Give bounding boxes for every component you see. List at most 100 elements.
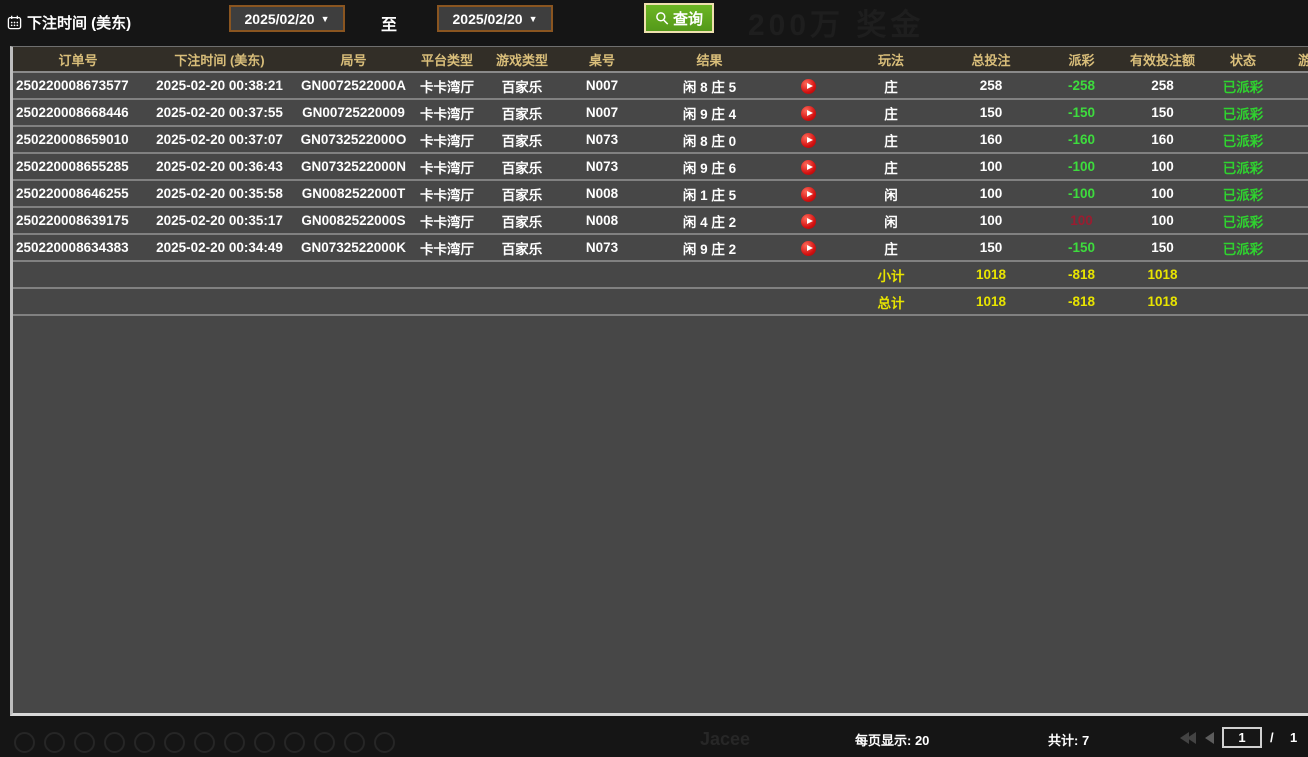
cell-replay <box>776 99 841 126</box>
cell-table-no: N007 <box>561 72 643 99</box>
col-header-valid-bet: 有效投注额 <box>1122 47 1203 72</box>
cell-round-id: GN0082522000S <box>296 207 411 234</box>
replay-play-button[interactable] <box>801 160 816 175</box>
cell-valid-bet: 258 <box>1122 72 1203 99</box>
cell-total-bet: 150 <box>941 99 1041 126</box>
filter-bar: 下注时间 (美东) 2025/02/20 ▼ 至 2025/02/20 ▼ 查询 <box>0 0 1308 46</box>
cell-result: 闲 8 庄 0 <box>643 126 776 153</box>
page-size-label: 每页显示: 20 <box>855 730 929 749</box>
cell-replay <box>776 180 841 207</box>
cell-payout: -160 <box>1041 126 1122 153</box>
grand-total-label: 总计 <box>841 288 941 315</box>
cell-result: 闲 8 庄 5 <box>643 72 776 99</box>
cell-round-id: GN00725220009 <box>296 99 411 126</box>
cell-total-bet: 160 <box>941 126 1041 153</box>
bet-time-title-group: 下注时间 (美东) <box>7 12 131 33</box>
cell-game-type: 百家乐 <box>483 126 561 153</box>
cell-table-no: N073 <box>561 153 643 180</box>
calendar-icon <box>7 15 22 30</box>
play-icon <box>807 164 813 170</box>
grand-total-valid-bet: 1018 <box>1122 288 1203 315</box>
col-header-replay <box>776 47 841 72</box>
cell-order-id: 250220008659010 <box>13 126 143 153</box>
cell-cutoff <box>1283 153 1308 180</box>
col-header-bet-side: 玩法 <box>841 47 941 72</box>
cell-payout: 100 <box>1041 207 1122 234</box>
replay-play-button[interactable] <box>801 241 816 256</box>
record-count-label: 共计: 7 <box>1048 730 1089 749</box>
cell-table-no: N073 <box>561 126 643 153</box>
cell-order-id: 250220008668446 <box>13 99 143 126</box>
replay-play-button[interactable] <box>801 133 816 148</box>
cell-round-id: GN0082522000T <box>296 180 411 207</box>
subtotal-total-bet: 1018 <box>941 261 1041 288</box>
cell-replay <box>776 153 841 180</box>
total-pages-label: 1 <box>1290 730 1297 745</box>
play-icon <box>807 83 813 89</box>
cell-total-bet: 100 <box>941 180 1041 207</box>
cell-result: 闲 9 庄 2 <box>643 234 776 261</box>
subtotal-label: 小计 <box>841 261 941 288</box>
replay-play-button[interactable] <box>801 214 816 229</box>
cell-table-no: N007 <box>561 99 643 126</box>
cell-cutoff <box>1283 180 1308 207</box>
cell-game-type: 百家乐 <box>483 180 561 207</box>
cell-valid-bet: 100 <box>1122 207 1203 234</box>
replay-play-button[interactable] <box>801 187 816 202</box>
cell-bet-side: 庄 <box>841 72 941 99</box>
col-header-total-bet: 总投注 <box>941 47 1041 72</box>
cell-game-type: 百家乐 <box>483 72 561 99</box>
cell-cutoff <box>1283 99 1308 126</box>
subtotal-payout: -818 <box>1041 261 1122 288</box>
cell-payout: -100 <box>1041 180 1122 207</box>
page-separator: / <box>1270 730 1274 745</box>
cell-payout: -258 <box>1041 72 1122 99</box>
grand-total-payout: -818 <box>1041 288 1122 315</box>
cell-status: 已派彩 <box>1203 99 1283 126</box>
cell-bet-side: 庄 <box>841 234 941 261</box>
replay-play-button[interactable] <box>801 106 816 121</box>
cell-bet-time: 2025-02-20 00:34:49 <box>143 234 296 261</box>
replay-play-button[interactable] <box>801 79 816 94</box>
cell-status: 已派彩 <box>1203 72 1283 99</box>
cell-round-id: GN0732522000K <box>296 234 411 261</box>
cell-bet-side: 庄 <box>841 153 941 180</box>
cell-round-id: GN0732522000O <box>296 126 411 153</box>
cell-bet-time: 2025-02-20 00:38:21 <box>143 72 296 99</box>
first-page-button[interactable] <box>1180 732 1196 744</box>
cell-status: 已派彩 <box>1203 126 1283 153</box>
play-icon <box>807 137 813 143</box>
cell-replay <box>776 72 841 99</box>
query-button[interactable]: 查询 <box>644 3 714 33</box>
page-title: 下注时间 (美东) <box>27 12 131 33</box>
end-date-select[interactable]: 2025/02/20 ▼ <box>437 5 553 32</box>
cell-total-bet: 100 <box>941 207 1041 234</box>
cell-status: 已派彩 <box>1203 234 1283 261</box>
bet-records-table: 订单号 下注时间 (美东) 局号 平台类型 游戏类型 桌号 结果 玩法 总投注 … <box>13 47 1308 316</box>
prev-page-button[interactable] <box>1205 732 1214 744</box>
cell-valid-bet: 150 <box>1122 99 1203 126</box>
cell-platform: 卡卡湾厅 <box>411 207 483 234</box>
cell-game-type: 百家乐 <box>483 207 561 234</box>
cell-bet-time: 2025-02-20 00:36:43 <box>143 153 296 180</box>
left-arrow-icon <box>1205 732 1214 744</box>
cell-result: 闲 1 庄 5 <box>643 180 776 207</box>
cell-payout: -150 <box>1041 234 1122 261</box>
col-header-status: 状态 <box>1203 47 1283 72</box>
bet-records-screen: 200万 奖金 Jacee 下注时间 (美东) 2025/02/20 ▼ 至 2… <box>0 0 1308 757</box>
end-date-value: 2025/02/20 <box>453 11 523 27</box>
page-input[interactable] <box>1222 727 1262 748</box>
start-date-value: 2025/02/20 <box>245 11 315 27</box>
table-row: 250220008659010 2025-02-20 00:37:07 GN07… <box>13 126 1308 153</box>
play-icon <box>807 245 813 251</box>
start-date-select[interactable]: 2025/02/20 ▼ <box>229 5 345 32</box>
col-header-platform: 平台类型 <box>411 47 483 72</box>
cell-table-no: N073 <box>561 234 643 261</box>
cell-order-id: 250220008655285 <box>13 153 143 180</box>
pagination-bar: 每页显示: 20 共计: 7 / 1 <box>0 719 1308 757</box>
cell-game-type: 百家乐 <box>483 99 561 126</box>
cell-round-id: GN0072522000A <box>296 72 411 99</box>
col-header-round-id: 局号 <box>296 47 411 72</box>
table-row: 250220008655285 2025-02-20 00:36:43 GN07… <box>13 153 1308 180</box>
play-icon <box>807 191 813 197</box>
